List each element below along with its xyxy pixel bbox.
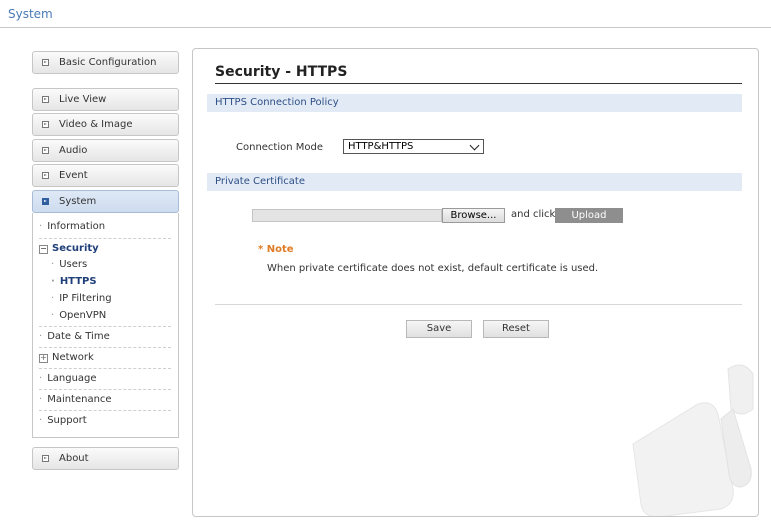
nav-label: Event (59, 170, 88, 181)
nav-live-view[interactable]: Live View (32, 88, 179, 111)
nav-label: Video & Image (59, 119, 133, 130)
nav-video-image[interactable]: Video & Image (32, 113, 179, 136)
nav-event[interactable]: Event (32, 164, 179, 187)
submenu-label: Network (52, 352, 94, 363)
submenu-label: Users (59, 259, 88, 270)
note-title: * Note (258, 244, 294, 255)
system-submenu: · Information − Security · Users · HTTPS · IP… (32, 213, 179, 438)
nav-about[interactable]: About (32, 447, 179, 470)
save-button[interactable]: Save (406, 320, 472, 338)
title-underline (215, 83, 742, 84)
submenu-label: Maintenance (47, 394, 112, 405)
and-click-text: and click (511, 209, 556, 220)
section-https-policy: HTTPS Connection Policy (207, 94, 742, 112)
top-bar: System (0, 0, 771, 28)
nav-label: System (59, 196, 97, 207)
section-divider (215, 304, 742, 305)
expanded-arrow-icon (42, 198, 49, 205)
submenu-label: Date & Time (47, 331, 110, 342)
expand-arrow-icon (42, 96, 49, 103)
page-header-title: System (8, 7, 53, 21)
nav-label: Basic Configuration (59, 57, 157, 68)
note-text: When private certificate does not exist,… (267, 263, 599, 274)
submenu-label: Support (47, 415, 87, 426)
tools-watermark-icon (632, 364, 754, 516)
expand-arrow-icon (42, 121, 49, 128)
submenu-information[interactable]: · Information (39, 217, 171, 237)
submenu-support[interactable]: · Support (39, 410, 171, 431)
nav-label: About (59, 453, 89, 464)
submenu-date-time[interactable]: · Date & Time (39, 326, 171, 347)
nav-label: Audio (59, 145, 88, 156)
submenu-language[interactable]: · Language (39, 368, 171, 389)
browse-button[interactable]: Browse... (442, 208, 505, 223)
page-title: Security - HTTPS (215, 64, 348, 80)
connection-mode-select[interactable]: HTTP&HTTPS (343, 139, 484, 154)
expand-arrow-icon (42, 172, 49, 179)
submenu-label: IP Filtering (59, 293, 112, 304)
expand-arrow-icon (42, 147, 49, 154)
nav-audio[interactable]: Audio (32, 139, 179, 162)
nav-label: Live View (59, 94, 107, 105)
submenu-label: OpenVPN (59, 310, 107, 321)
collapse-icon: − (39, 244, 48, 254)
expand-icon: + (39, 353, 48, 363)
section-private-certificate: Private Certificate (207, 173, 742, 191)
nav-system[interactable]: System (32, 190, 179, 213)
submenu-network[interactable]: + Network (39, 347, 171, 368)
connection-mode-label: Connection Mode (236, 142, 324, 153)
chevron-down-icon (469, 140, 480, 151)
submenu-label: Security (52, 243, 99, 254)
expand-arrow-icon (42, 455, 49, 462)
submenu-label: Language (47, 373, 97, 384)
submenu-label: Information (47, 221, 106, 232)
certificate-file-field[interactable] (252, 209, 442, 222)
upload-button[interactable]: Upload (555, 208, 623, 223)
expand-arrow-icon (42, 59, 49, 66)
submenu-openvpn[interactable]: · OpenVPN (51, 306, 171, 326)
reset-button[interactable]: Reset (483, 320, 549, 338)
main-panel: Security - HTTPS HTTPS Connection Policy… (192, 48, 759, 517)
nav-basic-configuration[interactable]: Basic Configuration (32, 51, 179, 74)
submenu-maintenance[interactable]: · Maintenance (39, 389, 171, 410)
connection-mode-value: HTTP&HTTPS (348, 141, 414, 152)
submenu-label: HTTPS (59, 276, 97, 287)
